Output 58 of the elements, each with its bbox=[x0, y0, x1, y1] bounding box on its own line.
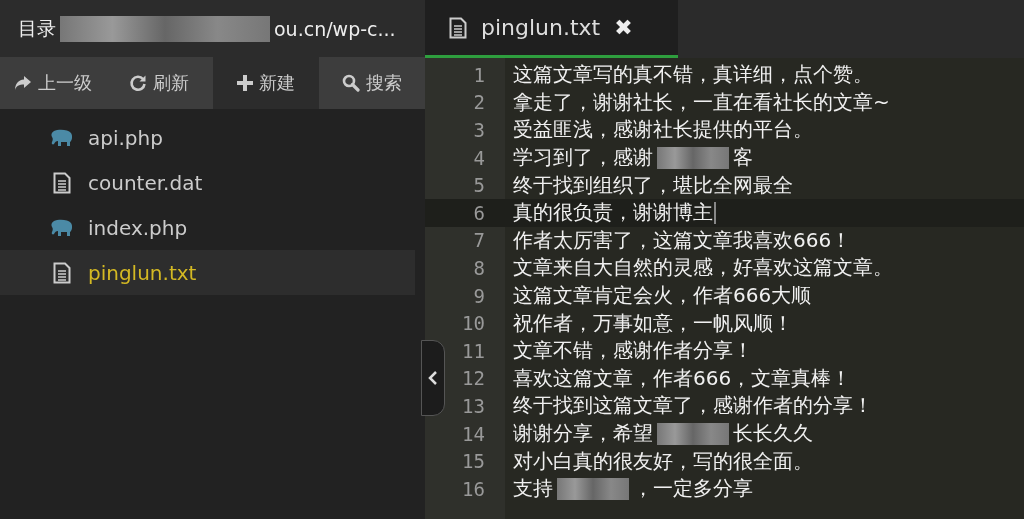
line-number: 9 bbox=[472, 284, 485, 307]
file-item[interactable]: pinglun.txt bbox=[0, 250, 415, 295]
code-text: 这篇文章肯定会火，作者666大顺 bbox=[513, 282, 812, 310]
line-number: 15 bbox=[461, 450, 485, 473]
line-number: 2 bbox=[472, 91, 485, 114]
collapse-handle[interactable] bbox=[421, 340, 445, 416]
refresh-icon bbox=[129, 74, 148, 92]
code-text: 终于找到组织了，堪比全网最全 bbox=[513, 171, 793, 199]
code-text: 文章来自大自然的灵感，好喜欢这篇文章。 bbox=[513, 254, 893, 282]
code-text: 谢谢分享，希望 bbox=[513, 420, 653, 447]
code-text: 这篇文章写的真不错，真详细，点个赞。 bbox=[513, 61, 873, 89]
code-text: 终于找到这篇文章了，感谢作者的分享！ bbox=[513, 392, 873, 420]
line-number: 16 bbox=[461, 477, 485, 500]
line-number: 7 bbox=[472, 229, 485, 252]
code-text: 喜欢这篇文章，作者666，文章真棒！ bbox=[513, 364, 852, 392]
code-text: 拿走了，谢谢社长，一直在看社长的文章~ bbox=[513, 88, 890, 116]
code-text: 客 bbox=[733, 144, 753, 172]
plus-icon bbox=[236, 75, 253, 91]
line-number: 10 bbox=[461, 312, 485, 335]
code-text: 长长久久 bbox=[733, 420, 813, 447]
line-number: 3 bbox=[472, 119, 485, 141]
toolbar-button[interactable]: 新建 bbox=[212, 57, 319, 109]
document-icon bbox=[449, 16, 467, 39]
code-text: 作者太厉害了，这篇文章我喜欢666！ bbox=[513, 226, 852, 254]
line-number: 8 bbox=[472, 256, 485, 279]
path-text: 目录 bbox=[18, 15, 56, 41]
tab-title: pinglun.txt bbox=[481, 15, 601, 40]
line-number: 13 bbox=[461, 394, 485, 417]
chevron-left-icon bbox=[428, 370, 438, 386]
line-number: 4 bbox=[472, 146, 485, 169]
code-text: 对小白真的很友好，写的很全面。 bbox=[513, 447, 813, 475]
file-item[interactable]: counter.dat bbox=[0, 160, 415, 205]
redaction-mark bbox=[557, 477, 629, 500]
line-number: 11 bbox=[461, 339, 485, 362]
code-text: 支持 bbox=[513, 475, 553, 503]
line-number: 6 bbox=[472, 201, 485, 224]
code-text: 祝作者，万事如意，一帆风顺！ bbox=[513, 309, 793, 337]
editor-tab[interactable]: pinglun.txt ✖ bbox=[425, 0, 678, 58]
code-text: ，一定多分享 bbox=[633, 475, 753, 503]
code-text: 真的很负责，谢谢博主 bbox=[513, 199, 713, 227]
redaction-mark bbox=[657, 146, 729, 169]
code-text: 文章不错，感谢作者分享！ bbox=[513, 337, 753, 365]
code-text: 学习到了，感谢 bbox=[513, 144, 653, 172]
file-item[interactable]: api.php bbox=[0, 115, 415, 160]
line-number: 14 bbox=[461, 422, 485, 445]
text-cursor bbox=[714, 201, 716, 224]
path-text: ou.cn/wp-c... bbox=[274, 17, 396, 40]
file-item[interactable]: index.php bbox=[0, 205, 415, 250]
elephant-icon bbox=[50, 218, 74, 237]
search-icon bbox=[341, 74, 360, 92]
line-number: 12 bbox=[461, 367, 485, 390]
redaction-mark bbox=[657, 422, 729, 445]
elephant-icon bbox=[50, 128, 74, 147]
close-icon[interactable]: ✖ bbox=[614, 15, 633, 40]
share-arrow-icon bbox=[14, 75, 33, 91]
code-text: 受益匪浅，感谢社长提供的平台。 bbox=[513, 116, 813, 144]
line-number: 1 bbox=[472, 63, 485, 86]
line-number: 5 bbox=[472, 174, 485, 197]
